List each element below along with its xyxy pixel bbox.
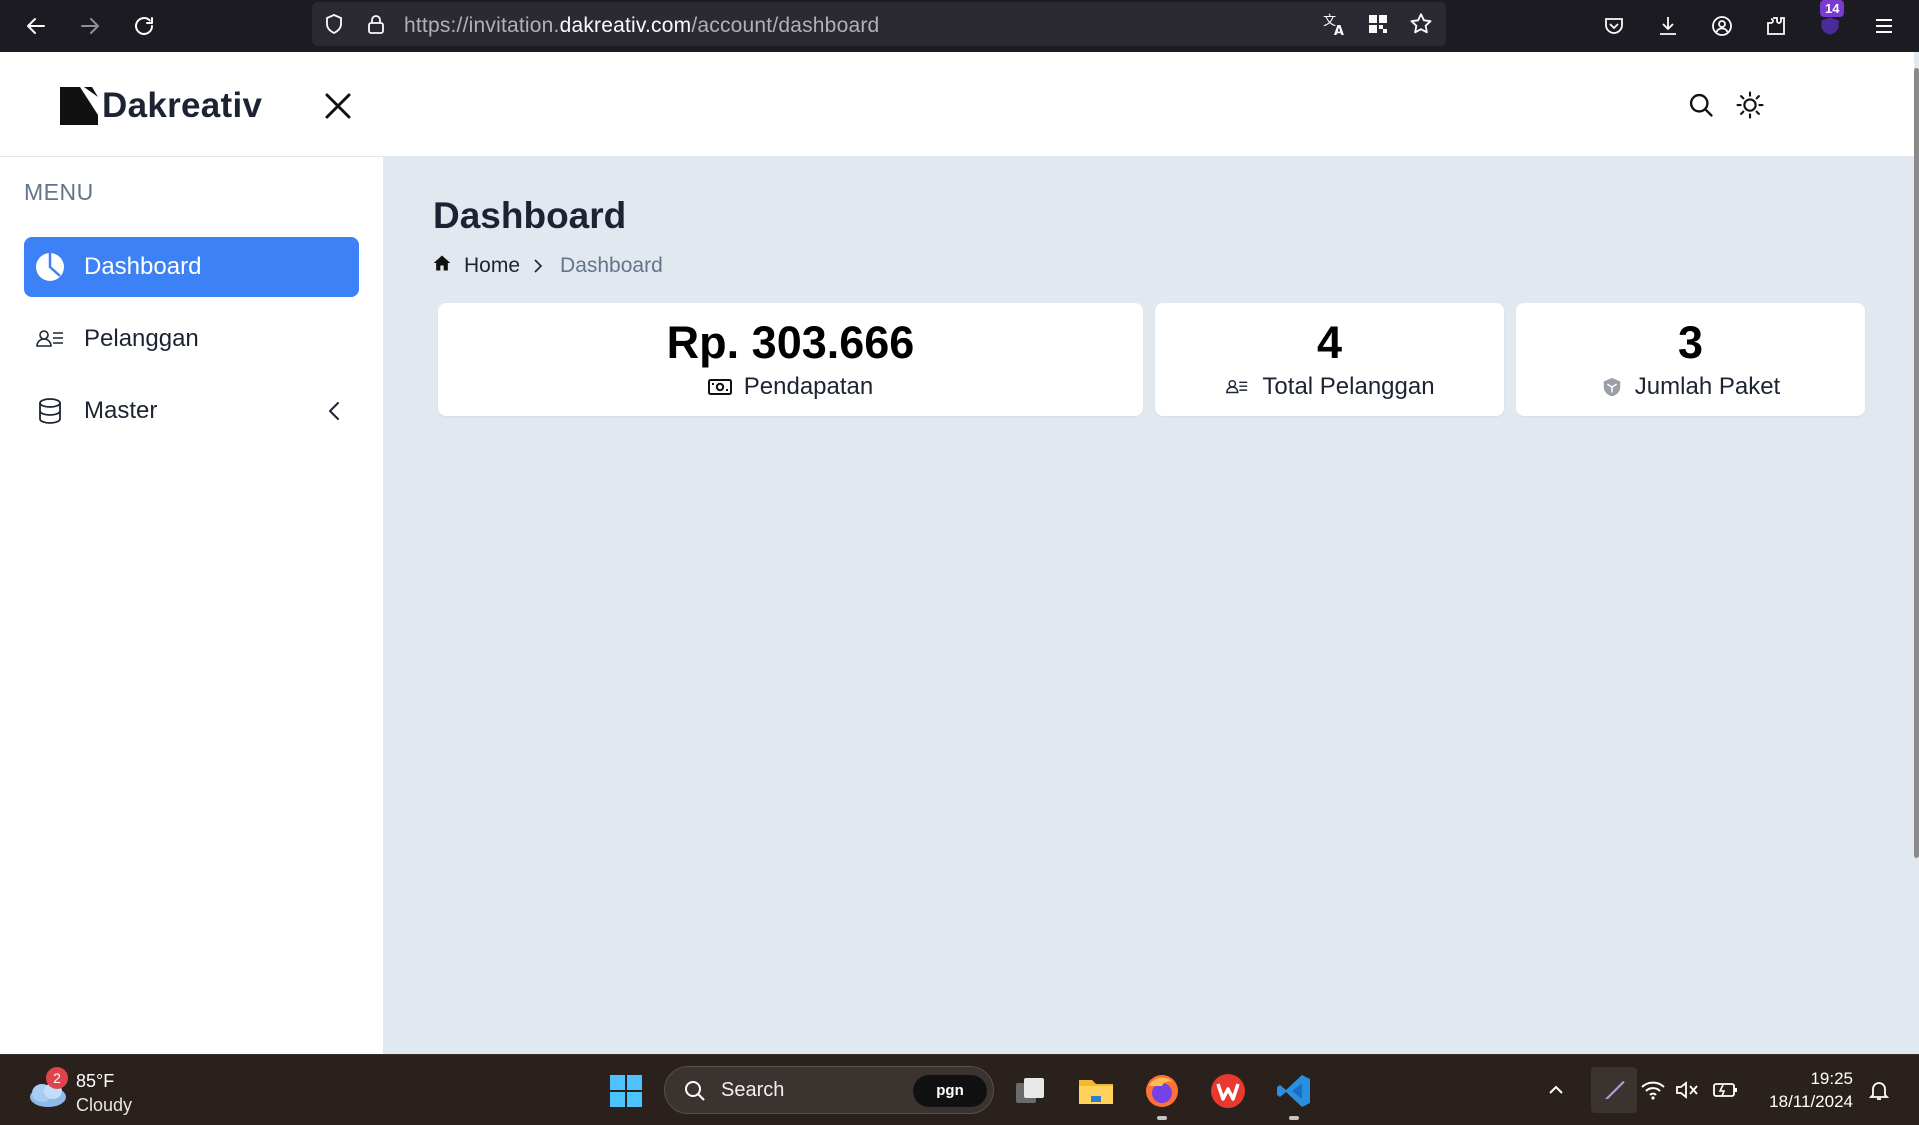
file-explorer-icon[interactable] [1074, 1069, 1118, 1113]
translate-icon[interactable]: 文A [1322, 11, 1348, 42]
extension-badge: 14 [1820, 0, 1845, 17]
qr-grid-icon[interactable] [1366, 12, 1390, 41]
stat-label: Pendapatan [743, 373, 874, 400]
url-text[interactable]: https://invitation.dakreativ.com/account… [404, 14, 879, 38]
address-bar[interactable]: https://invitation.dakreativ.com/account… [312, 2, 1446, 46]
notification-bell-icon[interactable] [1864, 1075, 1894, 1105]
chevron-right-icon [530, 258, 546, 274]
vscode-running-indicator [1289, 1116, 1299, 1120]
sidebar-item-label: Dashboard [84, 253, 202, 280]
page-title: Dashboard [433, 195, 627, 236]
stat-value: 3 [1677, 317, 1704, 368]
account-icon[interactable] [1704, 8, 1740, 44]
battery-charging-icon[interactable] [1710, 1075, 1740, 1105]
url-path: /account/dashboard [691, 14, 880, 37]
breadcrumb-home-link[interactable]: Home [464, 254, 520, 278]
web-page: Dakreativ MENU Dashboard Pelanggan Maste… [0, 52, 1919, 1054]
clock-time: 19:25 [1810, 1069, 1853, 1088]
user-list-icon [34, 323, 66, 355]
package-icon [1601, 376, 1623, 398]
weather-widget[interactable]: 2 85°F Cloudy [26, 1067, 146, 1115]
bookmark-star-icon[interactable] [1408, 11, 1434, 42]
chevron-up-icon[interactable] [1541, 1075, 1571, 1105]
app-header: Dakreativ [0, 52, 1914, 157]
taskbar-search[interactable]: Search pgn [664, 1066, 994, 1114]
logo-mark-icon [60, 87, 98, 125]
firefox-running-indicator [1157, 1116, 1167, 1120]
stat-label: Jumlah Paket [1634, 373, 1781, 400]
firefox-icon[interactable] [1140, 1069, 1184, 1113]
sidebar-item-dashboard[interactable]: Dashboard [24, 237, 359, 297]
close-sidebar-icon[interactable] [318, 86, 358, 126]
weather-condition: Cloudy [76, 1095, 133, 1115]
pocket-icon[interactable] [1596, 8, 1632, 44]
stat-value: 4 [1316, 317, 1343, 368]
brand-logo[interactable]: Dakreativ [60, 86, 262, 126]
search-icon [683, 1079, 707, 1108]
shield-icon[interactable] [322, 12, 346, 41]
weather-badge: 2 [46, 1067, 68, 1089]
main-content: Dashboard Home Dashboard Rp. 303.666 Pen… [384, 157, 1914, 1054]
stat-card-pendapatan: Rp. 303.666 Pendapatan [438, 303, 1143, 416]
sidebar-menu-title: MENU [24, 179, 94, 205]
page-scrollbar-thumb[interactable] [1914, 68, 1919, 858]
sidebar-item-master[interactable]: Master [24, 381, 359, 441]
breadcrumb: Home Dashboard [432, 253, 663, 279]
wps-office-icon[interactable] [1206, 1069, 1250, 1113]
weather-temperature: 85°F [76, 1071, 115, 1091]
database-icon [34, 395, 66, 427]
pie-chart-icon [34, 251, 66, 283]
extensions-icon[interactable] [1758, 8, 1794, 44]
vscode-icon[interactable] [1272, 1069, 1316, 1113]
back-icon[interactable] [18, 8, 54, 44]
wifi-icon[interactable] [1638, 1075, 1668, 1105]
stat-label-row: Pendapatan [438, 373, 1143, 401]
url-prefix: https://invitation. [404, 14, 560, 37]
task-view-icon[interactable] [1008, 1069, 1052, 1113]
pen-app-icon[interactable] [1591, 1067, 1637, 1113]
chevron-left-icon[interactable] [321, 397, 349, 425]
stat-label: Total Pelanggan [1262, 373, 1435, 400]
sidebar: MENU Dashboard Pelanggan Master [0, 157, 384, 1054]
stat-card-total-pelanggan: 4 Total Pelanggan [1155, 303, 1504, 416]
sidebar-item-label: Master [84, 397, 158, 424]
system-clock[interactable]: 19:25 18/11/2024 [1755, 1067, 1853, 1113]
stat-value: Rp. 303.666 [666, 317, 915, 368]
url-host: dakreativ.com [559, 14, 692, 37]
taskbar-search-label: Search [721, 1079, 785, 1101]
hamburger-menu-icon[interactable] [1866, 8, 1902, 44]
home-icon[interactable] [432, 253, 452, 279]
breadcrumb-current: Dashboard [560, 254, 663, 277]
volume-muted-icon[interactable] [1672, 1075, 1702, 1105]
browser-toolbar: https://invitation.dakreativ.com/account… [0, 0, 1919, 52]
search-icon[interactable] [1684, 88, 1718, 122]
theme-sun-icon[interactable] [1733, 88, 1767, 122]
sidebar-item-pelanggan[interactable]: Pelanggan [24, 309, 359, 369]
windows-taskbar: 2 85°F Cloudy Search pgn 19:25 18/11/202… [0, 1054, 1919, 1125]
logo-text: Dakreativ [102, 86, 263, 125]
money-icon [707, 378, 732, 396]
stat-label-row: Total Pelanggan [1155, 373, 1504, 401]
svg-text:A: A [1334, 24, 1344, 37]
windows-start-icon[interactable] [604, 1069, 648, 1113]
lock-icon[interactable] [364, 12, 388, 41]
stat-card-jumlah-paket: 3 Jumlah Paket [1516, 303, 1865, 416]
reload-icon[interactable] [126, 8, 162, 44]
clock-date: 18/11/2024 [1769, 1092, 1853, 1111]
forward-icon[interactable] [72, 8, 108, 44]
stat-label-row: Jumlah Paket [1516, 373, 1865, 401]
download-icon[interactable] [1650, 8, 1686, 44]
search-highlight-badge: pgn [913, 1075, 987, 1107]
sidebar-item-label: Pelanggan [84, 325, 199, 352]
user-list-icon [1224, 376, 1250, 398]
